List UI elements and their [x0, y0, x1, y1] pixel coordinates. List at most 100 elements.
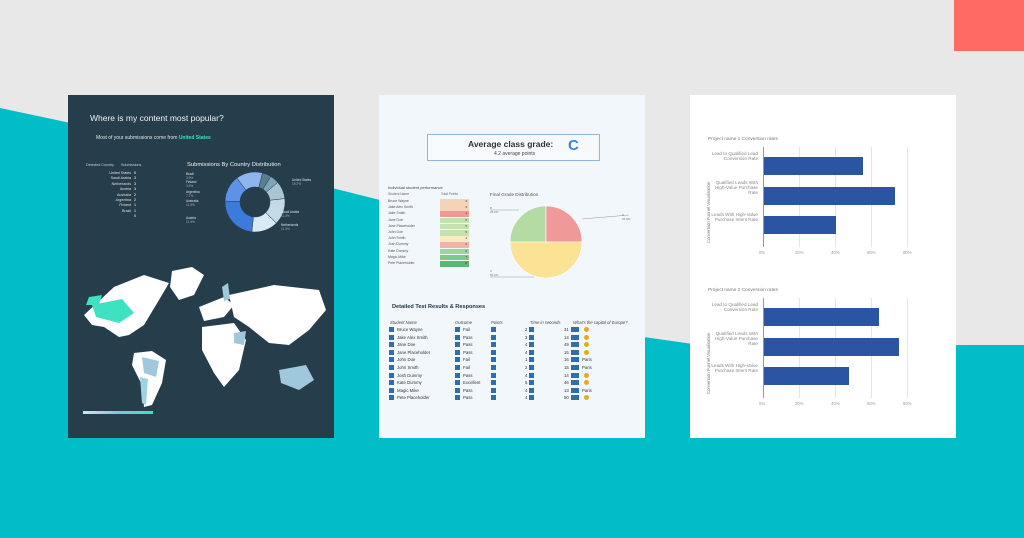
row-icon [455, 334, 460, 340]
result-answer [574, 342, 589, 348]
row-icon [529, 357, 535, 363]
x-tick-label: 80% [903, 250, 912, 255]
emoji-icon [584, 349, 589, 355]
student-name: Bruce Wayne [388, 199, 409, 203]
bar-2 [764, 187, 896, 205]
row-icon [389, 349, 394, 355]
donut-label: Brazil 3.9% [186, 172, 194, 180]
pie-label-b: B 25.0% [490, 206, 499, 214]
result-outcome: Excellent [455, 380, 480, 386]
row-icon [491, 342, 496, 348]
row-icon [574, 357, 579, 363]
row-icon [455, 380, 460, 386]
result-student-name: John Doe [389, 357, 415, 363]
row-icon [491, 387, 496, 393]
x-tick-label: 60% [867, 401, 876, 406]
result-outcome: Pass [455, 372, 473, 378]
row-icon [455, 349, 460, 355]
result-outcome: Fail [455, 365, 470, 370]
bar-2 [764, 338, 899, 356]
map-australia-highlight [279, 365, 314, 390]
chart-title: Project name 2 Conversion rates [708, 288, 778, 293]
result-answer [574, 372, 589, 378]
student-name: John Smith [388, 236, 406, 241]
result-points-icon [491, 387, 499, 393]
result-outcome: Pass [455, 349, 473, 355]
row-icon [389, 395, 394, 401]
result-points: 2 [525, 365, 535, 370]
col-outcome: Outcome [455, 320, 472, 325]
row-icon [491, 327, 496, 332]
detailed-results-title: Detailed Test Results & Responses [392, 304, 486, 310]
result-points: 4 [525, 395, 535, 401]
donut-label: United States 19.2% [292, 178, 312, 186]
result-outcome: Fail [455, 357, 470, 363]
result-answer [574, 395, 589, 401]
country-row: 0 [86, 214, 136, 218]
pie-slice-b [509, 205, 547, 243]
result-outcome: Pass [455, 395, 473, 401]
country-name: United States [109, 171, 131, 175]
result-points-icon [491, 334, 499, 340]
country-name: Austria [119, 187, 131, 192]
country-name: Finland [119, 203, 131, 208]
row-icon [574, 327, 579, 332]
row-icon [491, 357, 496, 363]
student-points: 6 [440, 248, 469, 255]
student-name-header: Student Name [388, 192, 410, 196]
student-name: John Doe [388, 230, 403, 234]
country-name: Saudi Arabia [110, 176, 131, 181]
result-answer [574, 349, 589, 355]
row-icon [574, 372, 579, 378]
row-icon [389, 372, 394, 378]
row-icon [529, 387, 535, 393]
row-icon [491, 334, 496, 340]
result-outcome: Pass [455, 342, 473, 348]
bar-3 [764, 367, 849, 385]
country-row: Netherlands 3 [86, 182, 136, 186]
result-student-name: Kate Dummy [389, 380, 422, 386]
student-points: 5 [440, 223, 469, 230]
country-count: 3 [134, 181, 136, 186]
result-points-icon [491, 365, 499, 370]
student-points: 7 [440, 254, 469, 261]
result-answer: Paris [574, 387, 592, 393]
category-label: Qualified Leads With High-Value Purchase… [714, 331, 758, 347]
row-icon [491, 349, 496, 355]
emoji-icon [584, 395, 589, 401]
chart-title: Project name 1 Conversion rates [708, 137, 778, 142]
result-student-name: Josh Dummy [389, 372, 422, 378]
row-icon [529, 380, 535, 386]
emoji-icon [584, 380, 589, 386]
row-icon [491, 365, 496, 370]
result-outcome: Pass [455, 387, 473, 393]
donut-label: Austria 11.5% [186, 216, 196, 224]
row-icon [574, 365, 579, 370]
donut-label: Netherlands 11.5% [281, 223, 299, 231]
conversion-rates-report: Project name 1 Conversion rates Conversio… [690, 95, 956, 438]
gridline [907, 298, 908, 398]
country-count: 1 [134, 208, 136, 213]
total-points-header: Total Points [441, 192, 459, 196]
row-icon [389, 380, 394, 386]
row-icon [455, 372, 460, 378]
col-capital-question: What's the capital of Europe? [573, 320, 628, 325]
result-points: 1 [525, 357, 535, 363]
student-name: Jake Smith [388, 211, 406, 216]
result-answer [574, 380, 589, 386]
average-points: 4.2 average points [494, 151, 536, 157]
result-student-name: Bruce Wayne [389, 327, 423, 332]
donut-label: Saudi Arabia 11.5% [281, 210, 300, 218]
result-student-name: Jake Alex Smith [389, 334, 428, 340]
x-tick-label: 60% [867, 250, 876, 255]
coral-corner-block [954, 0, 1024, 51]
result-points: 4 [525, 372, 535, 378]
category-label: Qualified Leads With High-Value Purchase… [714, 180, 758, 196]
row-icon [529, 349, 535, 355]
result-points: 4 [525, 387, 535, 393]
row-icon [455, 327, 460, 332]
country-name: Brazil [122, 208, 131, 213]
result-answer: Paris [574, 365, 592, 370]
bar-1 [764, 157, 863, 175]
result-student-name: Jane Placeholder [389, 349, 430, 355]
